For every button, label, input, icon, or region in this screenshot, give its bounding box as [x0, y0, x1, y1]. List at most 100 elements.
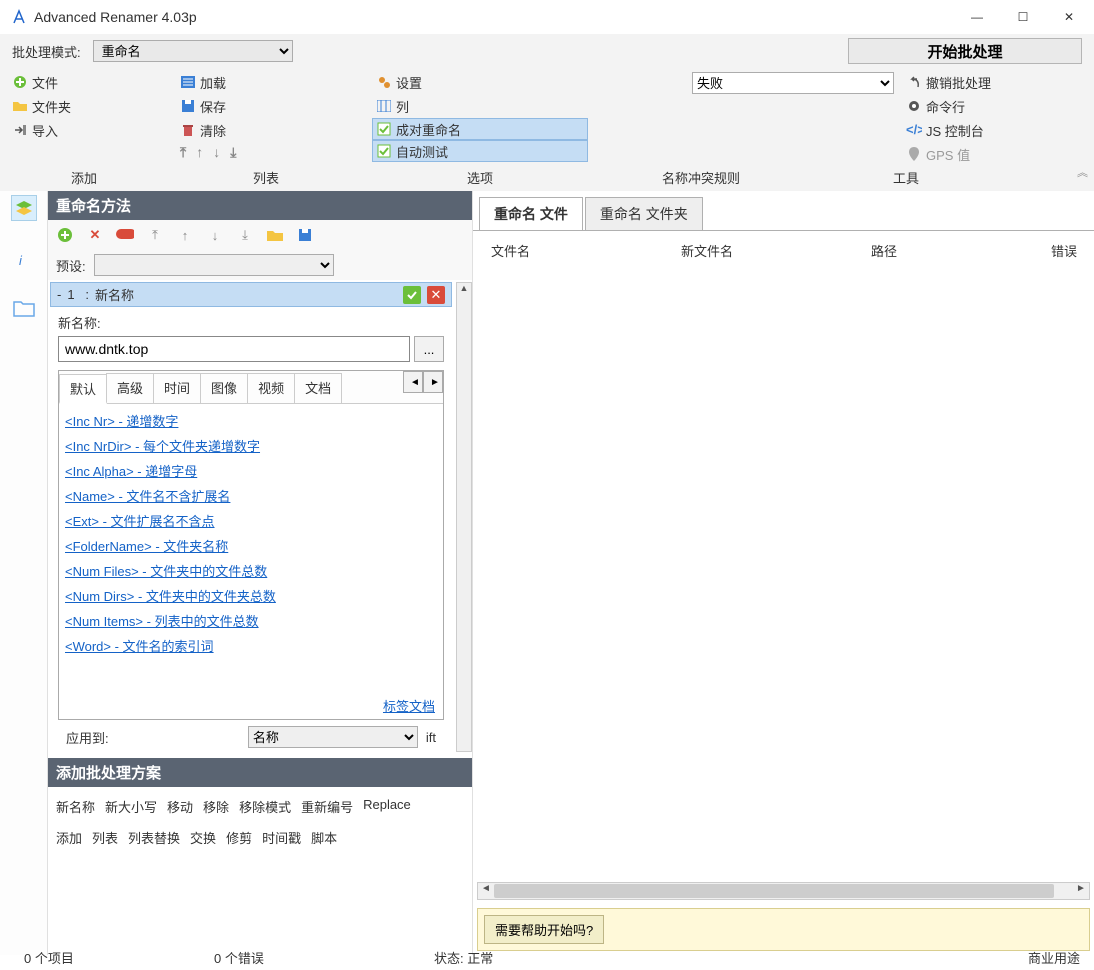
- horizontal-scrollbar[interactable]: ◄►: [477, 882, 1090, 900]
- method-top-icon[interactable]: ⤒: [146, 226, 164, 244]
- help-box: 需要帮助开始吗?: [477, 908, 1090, 951]
- method-up-icon[interactable]: ↑: [176, 226, 194, 244]
- tag-link[interactable]: <Num Items> - 列表中的文件总数: [65, 608, 437, 633]
- method-bottom-icon[interactable]: ⤓: [236, 226, 254, 244]
- gps-item[interactable]: GPS 值: [902, 142, 1086, 166]
- tag-link[interactable]: <FolderName> - 文件夹名称: [65, 533, 437, 558]
- method-header[interactable]: - 1 : 新名称 ✕: [50, 282, 452, 307]
- tag-tab-default[interactable]: 默认: [59, 374, 107, 404]
- svg-text:i: i: [19, 253, 23, 268]
- scheme-item[interactable]: 移除模式: [239, 797, 291, 816]
- tag-tab-time[interactable]: 时间: [153, 373, 201, 403]
- layers-icon[interactable]: [11, 195, 37, 221]
- collapse-ribbon-icon[interactable]: ︽: [1077, 164, 1088, 180]
- tag-tab-image[interactable]: 图像: [200, 373, 248, 403]
- preset-label: 预设:: [56, 256, 86, 275]
- scheme-item[interactable]: 新名称: [56, 797, 95, 816]
- method-save-icon[interactable]: [296, 226, 314, 244]
- info-icon[interactable]: i: [11, 245, 37, 271]
- tag-link[interactable]: <Num Files> - 文件夹中的文件总数: [65, 558, 437, 583]
- method-ok-icon[interactable]: [403, 286, 421, 304]
- scheme-item[interactable]: 重新编号: [301, 797, 353, 816]
- tag-link[interactable]: <Word> - 文件名的索引词: [65, 633, 437, 658]
- tag-link[interactable]: <Num Dirs> - 文件夹中的文件夹总数: [65, 583, 437, 608]
- tag-link[interactable]: <Inc NrDir> - 每个文件夹递增数字: [65, 433, 437, 458]
- scheme-item[interactable]: 列表替换: [128, 828, 180, 847]
- pair-rename-toggle[interactable]: 成对重命名: [372, 118, 588, 140]
- tag-link[interactable]: <Name> - 文件名不含扩展名: [65, 483, 437, 508]
- list-arrows[interactable]: ⤒↑↓⤓: [176, 142, 356, 161]
- help-start-button[interactable]: 需要帮助开始吗?: [484, 915, 604, 944]
- tag-doc-link[interactable]: 标签文档: [383, 699, 435, 714]
- tag-tab-video[interactable]: 视频: [247, 373, 295, 403]
- fail-action-select[interactable]: 失败: [692, 72, 894, 94]
- save-item[interactable]: 保存: [176, 94, 356, 118]
- import-icon: [12, 122, 28, 138]
- tabs-prev-button[interactable]: ◄: [403, 371, 423, 393]
- scheme-item[interactable]: 交换: [190, 828, 216, 847]
- close-button[interactable]: ✕: [1046, 2, 1092, 32]
- start-batch-button[interactable]: 开始批处理: [848, 38, 1082, 64]
- columns-item[interactable]: 列: [372, 94, 588, 118]
- autotest-toggle[interactable]: 自动测试: [372, 140, 588, 162]
- scheme-item[interactable]: 修剪: [226, 828, 252, 847]
- folder-strip-icon[interactable]: [11, 295, 37, 321]
- col-error[interactable]: 错误: [1051, 241, 1077, 260]
- maximize-button[interactable]: ☐: [1000, 2, 1046, 32]
- method-clear-icon[interactable]: [116, 226, 134, 244]
- method-remove-icon[interactable]: ✕: [86, 226, 104, 244]
- code-icon: </>: [906, 122, 922, 138]
- cmdline-item[interactable]: 命令行: [902, 94, 1086, 118]
- check-icon: [376, 143, 392, 159]
- col-newfilename[interactable]: 新文件名: [681, 241, 871, 260]
- plus-icon: [12, 74, 28, 90]
- preset-select[interactable]: [94, 254, 334, 276]
- scheme-item[interactable]: 时间戳: [262, 828, 301, 847]
- js-console-item[interactable]: </> JS 控制台: [902, 118, 1086, 142]
- clear-item[interactable]: 清除: [176, 118, 356, 142]
- tab-rename-folders[interactable]: 重命名 文件夹: [585, 197, 703, 231]
- apply-select[interactable]: 名称: [248, 726, 418, 748]
- tabs-next-button[interactable]: ►: [423, 371, 443, 393]
- method-scrollbar[interactable]: ▲: [456, 282, 472, 752]
- save-icon: [180, 98, 196, 114]
- tag-link[interactable]: <Ext> - 文件扩展名不含点: [65, 508, 437, 533]
- scheme-item[interactable]: 添加: [56, 828, 82, 847]
- columns-icon: [376, 98, 392, 114]
- left-icon-strip: i: [0, 191, 48, 955]
- col-path[interactable]: 路径: [871, 241, 1051, 260]
- window-title: Advanced Renamer 4.03p: [34, 9, 954, 25]
- status-state: 状态: 正常: [434, 948, 493, 967]
- method-down-icon[interactable]: ↓: [206, 226, 224, 244]
- tag-link[interactable]: <Inc Nr> - 递增数字: [65, 408, 437, 433]
- undo-batch-item[interactable]: 撤销批处理: [902, 70, 1086, 94]
- method-delete-icon[interactable]: ✕: [427, 286, 445, 304]
- list-icon: [180, 74, 196, 90]
- col-filename[interactable]: 文件名: [491, 241, 681, 260]
- scheme-item[interactable]: Replace: [363, 797, 411, 816]
- scheme-item[interactable]: 新大小写: [105, 797, 157, 816]
- status-errors: 0 个错误: [214, 948, 434, 967]
- scheme-item[interactable]: 列表: [92, 828, 118, 847]
- add-file-item[interactable]: 文件: [8, 70, 160, 94]
- minimize-button[interactable]: ―: [954, 2, 1000, 32]
- scheme-item[interactable]: 移动: [167, 797, 193, 816]
- settings-item[interactable]: 设置: [372, 70, 588, 94]
- method-add-icon[interactable]: [56, 226, 74, 244]
- scheme-item[interactable]: 脚本: [311, 828, 337, 847]
- add-folder-item[interactable]: 文件夹: [8, 94, 160, 118]
- load-item[interactable]: 加载: [176, 70, 356, 94]
- tag-list: <Inc Nr> - 递增数字 <Inc NrDir> - 每个文件夹递增数字 …: [59, 404, 443, 692]
- titlebar: Advanced Renamer 4.03p ― ☐ ✕: [0, 0, 1094, 34]
- method-folder-icon[interactable]: [266, 226, 284, 244]
- new-name-input[interactable]: [58, 336, 410, 362]
- import-item[interactable]: 导入: [8, 118, 160, 142]
- tag-tab-doc[interactable]: 文档: [294, 373, 342, 403]
- tag-tab-advanced[interactable]: 高级: [106, 373, 154, 403]
- batch-mode-select[interactable]: 重命名: [93, 40, 293, 62]
- new-name-browse-button[interactable]: ...: [414, 336, 444, 362]
- scheme-item[interactable]: 移除: [203, 797, 229, 816]
- arrow-top-icon: ⤒: [180, 144, 186, 161]
- tag-link[interactable]: <Inc Alpha> - 递增字母: [65, 458, 437, 483]
- tab-rename-files[interactable]: 重命名 文件: [479, 197, 583, 231]
